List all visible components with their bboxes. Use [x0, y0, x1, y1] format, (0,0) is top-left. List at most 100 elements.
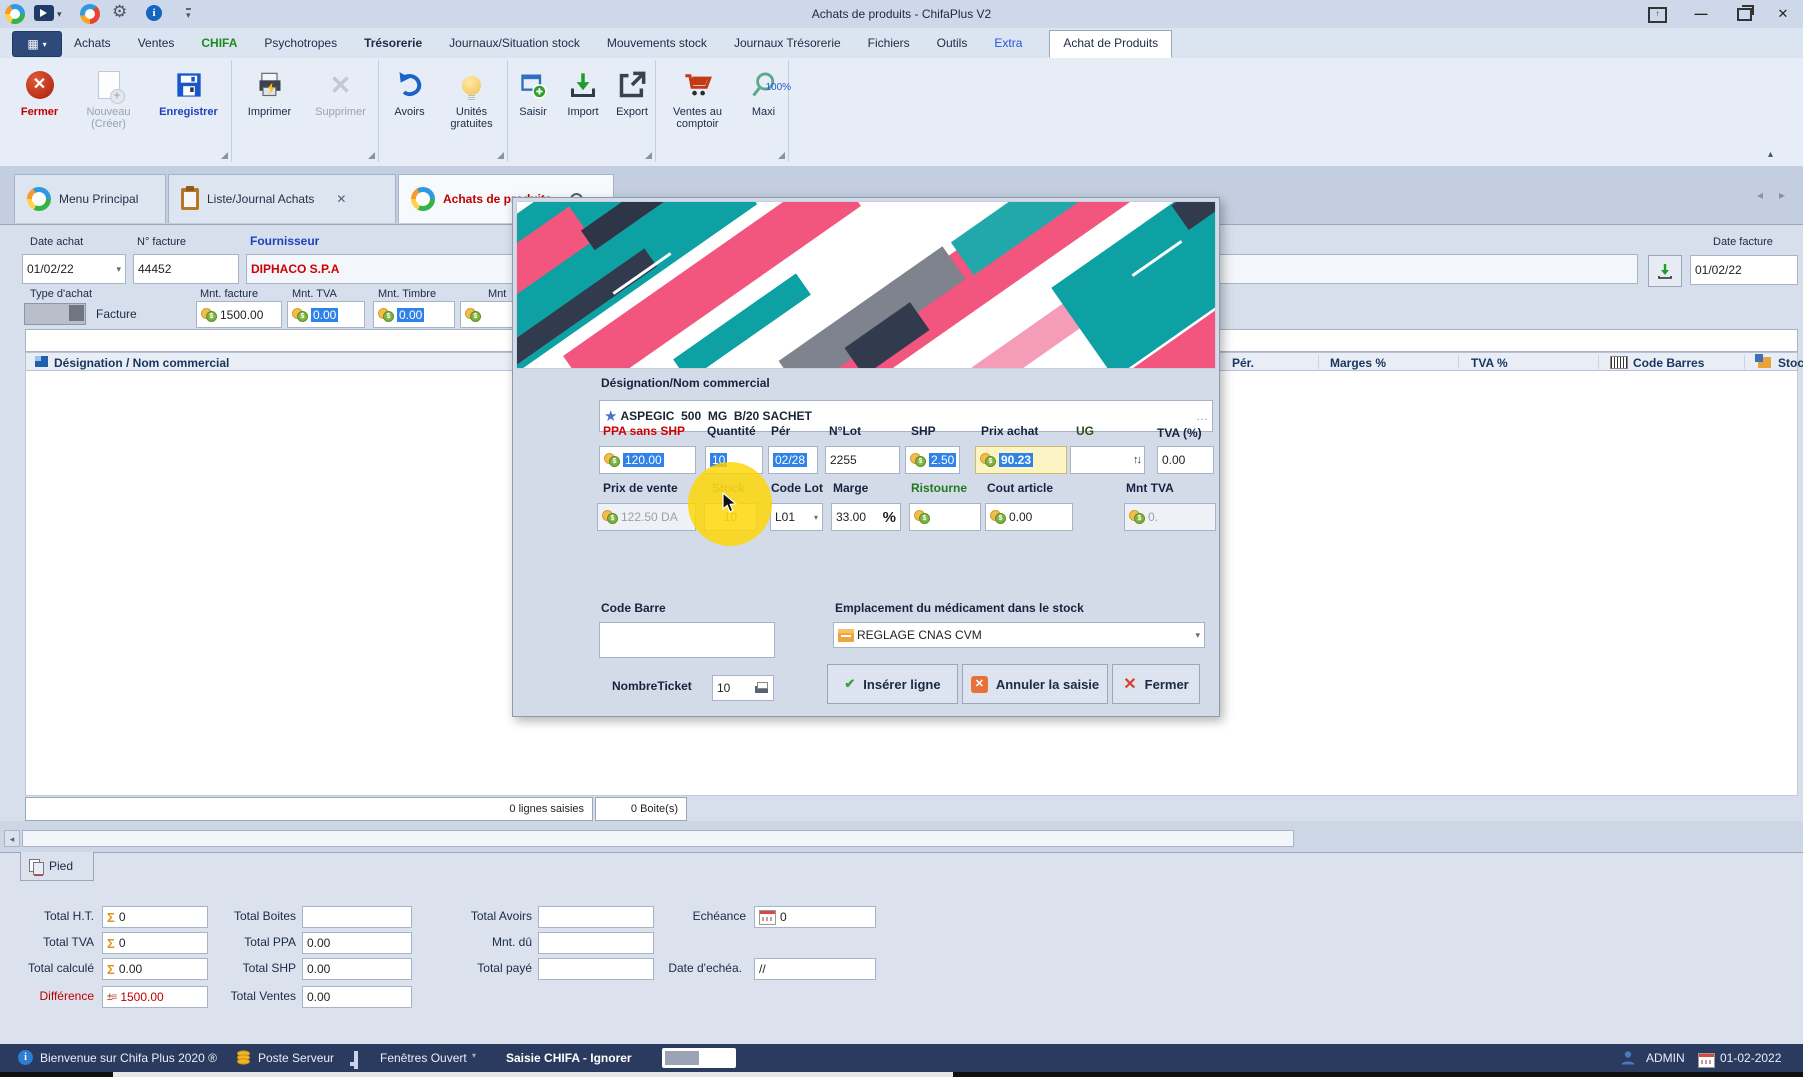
- total-calcule-field[interactable]: Σ 0.00: [102, 958, 208, 980]
- menu-tresorerie[interactable]: Trésorerie: [364, 36, 422, 50]
- banner-art: [516, 201, 1216, 369]
- col-per[interactable]: Pér.: [1232, 356, 1254, 370]
- menu-psychotropes[interactable]: Psychotropes: [264, 36, 337, 50]
- enregistrer-button[interactable]: Enregistrer: [147, 60, 231, 162]
- menu-achats[interactable]: Achats: [74, 36, 111, 50]
- fermer-button[interactable]: ✕ Fermer: [9, 60, 71, 162]
- coin-icon: [1129, 510, 1145, 524]
- ug-field[interactable]: ↑↓: [1070, 446, 1145, 474]
- unites-gratuites-button[interactable]: Unités gratuites: [439, 60, 505, 162]
- date-echea-field[interactable]: //: [754, 958, 876, 980]
- minimize-button[interactable]: —: [1690, 4, 1712, 24]
- date-facture-field[interactable]: 01/02/22: [1690, 255, 1798, 285]
- total-ventes-field[interactable]: 0.00: [302, 986, 412, 1008]
- col-tva[interactable]: TVA %: [1471, 356, 1508, 370]
- product-browse-icon[interactable]: …: [1196, 409, 1208, 423]
- menu-ventes[interactable]: Ventes: [138, 36, 175, 50]
- menu-achat-de-produits[interactable]: Achat de Produits: [1049, 30, 1172, 58]
- ristourne-field[interactable]: [909, 503, 981, 531]
- mnt-tva-field[interactable]: 0.00: [287, 301, 365, 328]
- status-date: 01-02-2022: [1720, 1051, 1781, 1065]
- restore-button[interactable]: [1737, 8, 1752, 21]
- code-lot-field[interactable]: L01 ▾: [770, 503, 823, 531]
- coin-icon: [465, 308, 481, 322]
- ribbon-collapse-icon[interactable]: ▴: [1768, 149, 1773, 160]
- nlot-field[interactable]: 2255: [825, 446, 900, 474]
- pied-tab[interactable]: Pied: [20, 852, 94, 881]
- saisir-button[interactable]: Saisir: [509, 60, 557, 162]
- total-ht-field[interactable]: Σ 0: [102, 906, 208, 928]
- scrollbar-thumb[interactable]: [22, 830, 1294, 847]
- maxi-button[interactable]: 100% Maxi: [740, 60, 788, 162]
- shp-field[interactable]: 2.50: [905, 446, 960, 474]
- col-stock[interactable]: Stock: [1778, 356, 1803, 370]
- nombre-ticket-field[interactable]: 10: [712, 675, 774, 701]
- col-marges[interactable]: Marges %: [1330, 356, 1386, 370]
- download-facture-button[interactable]: [1648, 255, 1682, 287]
- col-designation[interactable]: Désignation / Nom commercial: [54, 356, 229, 370]
- imprimer-label: Imprimer: [248, 106, 291, 118]
- app-menu-button[interactable]: ▦ ▾: [12, 31, 62, 57]
- chevron-down-icon[interactable]: ▾: [116, 264, 121, 275]
- tab-close-icon[interactable]: ✕: [336, 192, 346, 206]
- menu-mouvements-stock[interactable]: Mouvements stock: [607, 36, 707, 50]
- menu-journaux-tresorerie[interactable]: Journaux Trésorerie: [734, 36, 841, 50]
- col-code-barres[interactable]: Code Barres: [1633, 356, 1704, 370]
- avoirs-button[interactable]: Avoirs: [383, 60, 437, 162]
- status-fenetres-ouvert[interactable]: Fenêtres Ouvert: [380, 1051, 467, 1065]
- imprimer-button[interactable]: Imprimer: [236, 60, 304, 162]
- ppa-field[interactable]: 120.00: [599, 446, 696, 474]
- total-boites-field[interactable]: [302, 906, 412, 928]
- total-paye-field[interactable]: [538, 958, 654, 980]
- n-facture-field[interactable]: 44452: [133, 254, 239, 284]
- emplacement-dropdown[interactable]: REGLAGE CNAS CVM ▾: [833, 622, 1205, 648]
- tab-scroll-right-icon[interactable]: ▸: [1779, 188, 1785, 202]
- mnt-facture-label: Mnt. facture: [200, 288, 258, 300]
- prix-achat-field[interactable]: 90.23: [975, 446, 1067, 474]
- cout-article-field[interactable]: 0.00: [985, 503, 1073, 531]
- per-field[interactable]: 02/28: [768, 446, 818, 474]
- tab-menu-principal[interactable]: Menu Principal: [14, 174, 166, 223]
- chevron-down-icon[interactable]: ▾: [1195, 630, 1200, 641]
- mnt-facture-field[interactable]: 1500.00: [196, 301, 282, 328]
- tab-scroll-left-icon[interactable]: ◂: [1757, 188, 1763, 202]
- menu-journaux-situation-stock[interactable]: Journaux/Situation stock: [449, 36, 580, 50]
- dock-window-button[interactable]: ↑: [1648, 7, 1667, 23]
- menu-fichiers[interactable]: Fichiers: [868, 36, 910, 50]
- code-barre-field[interactable]: [599, 622, 775, 658]
- type-achat-toggle[interactable]: [24, 303, 86, 325]
- menu-chifa[interactable]: CHIFA: [201, 36, 237, 50]
- cancel-icon: ✕: [971, 676, 988, 693]
- close-button[interactable]: ✕: [1772, 4, 1794, 24]
- difference-field[interactable]: ±≡ 1500.00: [102, 986, 208, 1008]
- ventes-comptoir-button[interactable]: Ventes au comptoir: [658, 60, 738, 162]
- product-name-field[interactable]: ★ ASPEGIC 500 MG B/20 SACHET …: [599, 400, 1213, 432]
- annuler-saisie-button[interactable]: ✕ Annuler la saisie: [962, 664, 1108, 704]
- inserer-ligne-button[interactable]: ✔ Insérer ligne: [827, 664, 958, 704]
- windows-open-icon: [354, 1051, 358, 1069]
- prix-vente-label: Prix de vente: [603, 481, 678, 495]
- tva-field[interactable]: 0.00: [1157, 446, 1214, 474]
- import-button[interactable]: Import: [559, 60, 607, 162]
- total-shp-field[interactable]: 0.00: [302, 958, 412, 980]
- date-achat-field[interactable]: 01/02/22 ▾: [22, 254, 126, 284]
- tab-liste-journal-achats[interactable]: Liste/Journal Achats ✕: [168, 174, 396, 223]
- mnt-du-field[interactable]: [538, 932, 654, 954]
- dialog-fermer-button[interactable]: ✕ Fermer: [1112, 664, 1200, 704]
- menu-outils[interactable]: Outils: [937, 36, 968, 50]
- export-button[interactable]: Export: [609, 60, 655, 162]
- spinner-updown-icon[interactable]: ↑↓: [1133, 454, 1140, 466]
- saisie-chifa-toggle[interactable]: [662, 1048, 736, 1068]
- mnt-extra-field[interactable]: [460, 301, 520, 328]
- total-tva-field[interactable]: Σ 0: [102, 932, 208, 954]
- total-ppa-field[interactable]: 0.00: [302, 932, 412, 954]
- chevron-down-icon[interactable]: ▾: [814, 513, 818, 522]
- marge-field[interactable]: 33.00 %: [831, 503, 901, 531]
- echeance-field[interactable]: 0: [754, 906, 876, 928]
- menu-extra[interactable]: Extra: [994, 36, 1022, 50]
- chevron-down-icon[interactable]: ▾: [472, 1051, 476, 1060]
- scroll-left-button[interactable]: ◂: [4, 830, 20, 847]
- status-poste-serveur[interactable]: Poste Serveur: [258, 1051, 334, 1065]
- mnt-timbre-field[interactable]: 0.00: [373, 301, 455, 328]
- total-avoirs-field[interactable]: [538, 906, 654, 928]
